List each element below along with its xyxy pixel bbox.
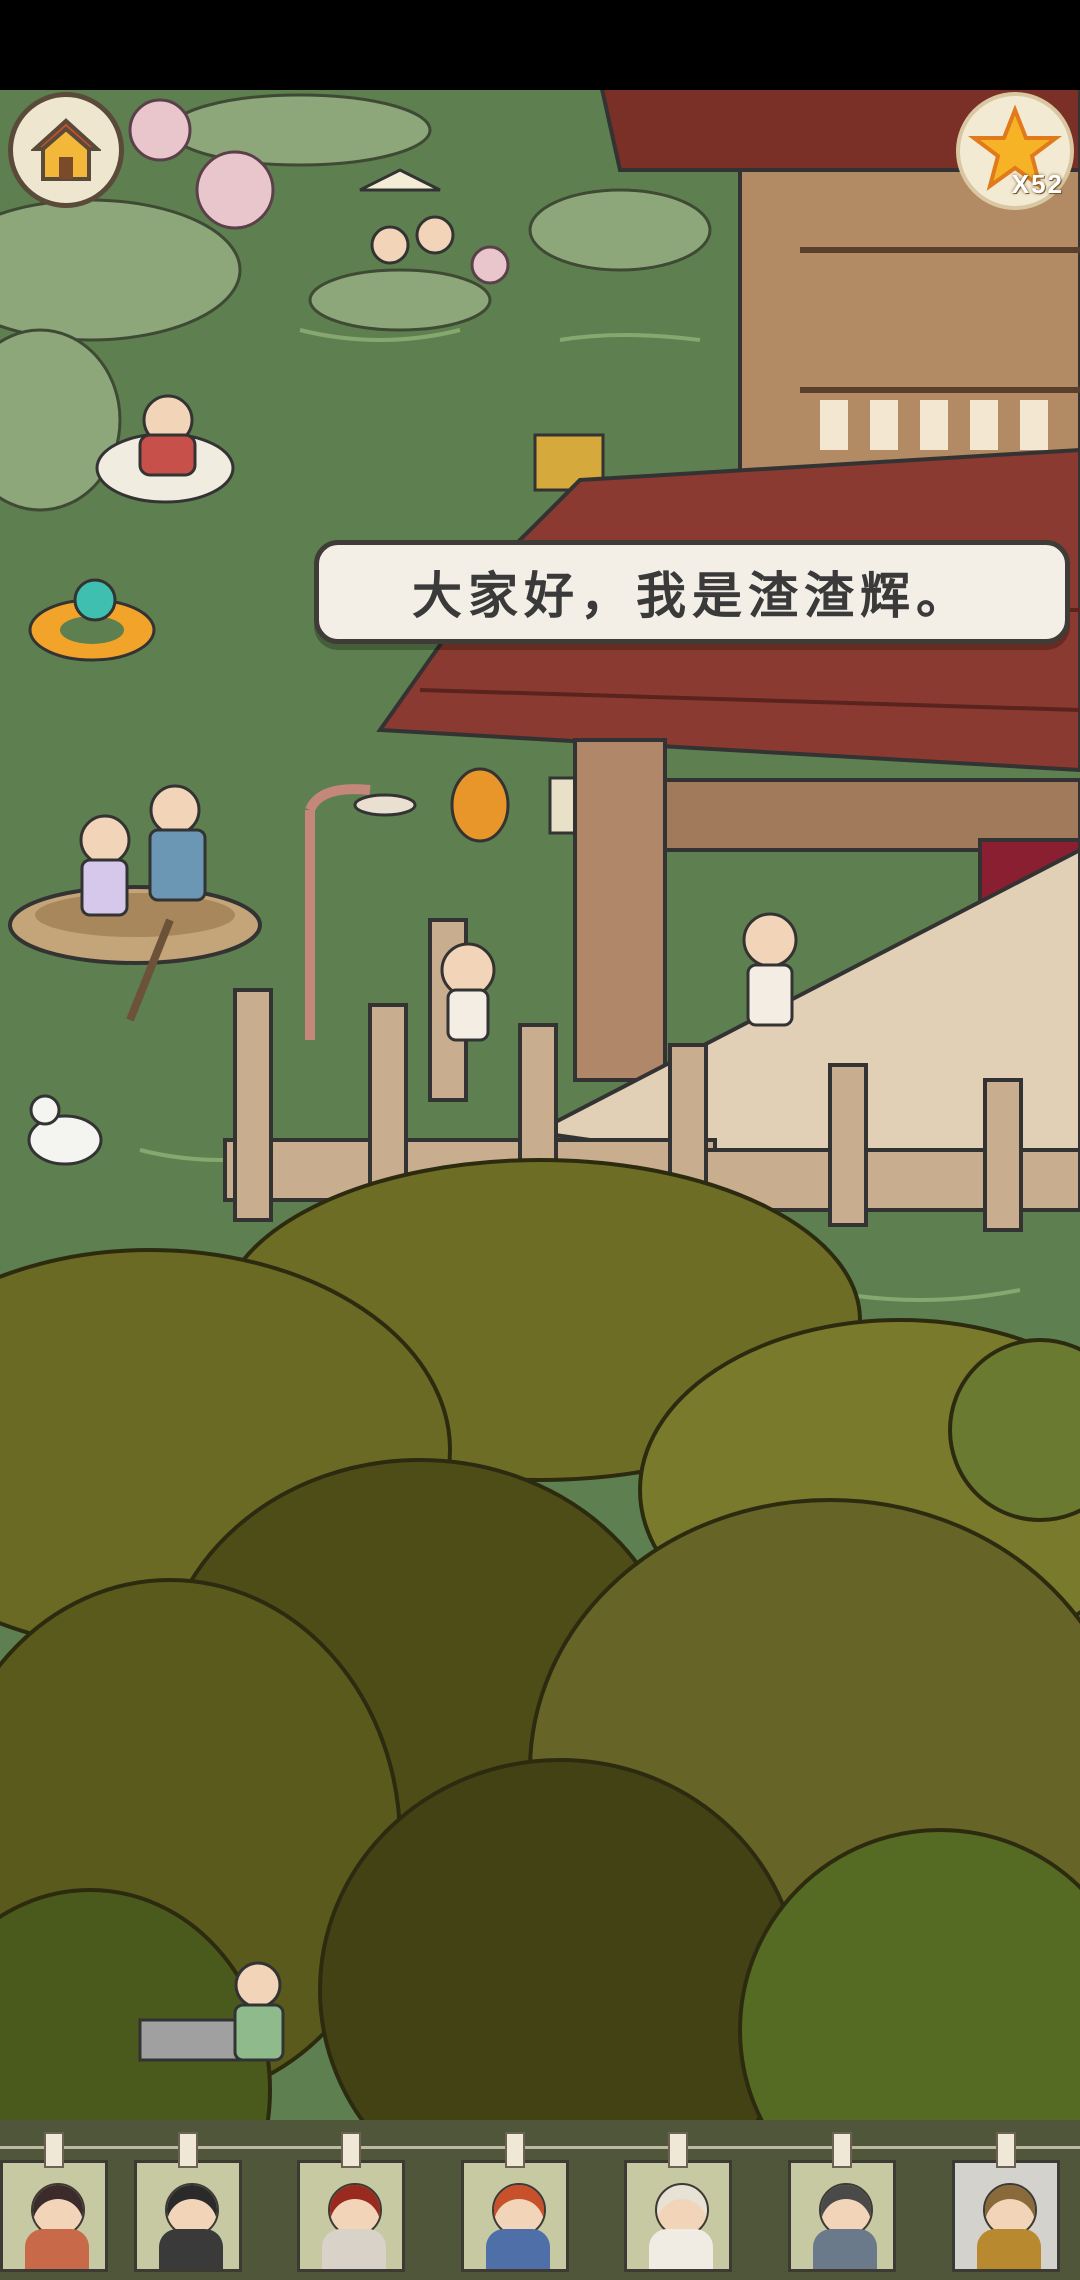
- tree-canopy: [0, 1158, 1080, 2280]
- character-outfit: [813, 2229, 877, 2269]
- star-button[interactable]: X52: [956, 92, 1074, 210]
- clothespin-clip: [341, 2132, 361, 2168]
- character-card-3[interactable]: [297, 2160, 405, 2272]
- clothespin-clip: [505, 2132, 525, 2168]
- character-card-1[interactable]: [0, 2160, 108, 2272]
- character-card-2[interactable]: [134, 2160, 242, 2272]
- character-card-6[interactable]: [788, 2160, 896, 2272]
- clothespin-clip: [996, 2132, 1016, 2168]
- star-count: X52: [1011, 169, 1064, 199]
- status-bar: [0, 0, 1080, 90]
- dialog-text: 大家好，我是渣渣辉。: [412, 567, 972, 625]
- hanging-string: [0, 2146, 1080, 2149]
- character-outfit: [649, 2229, 713, 2269]
- character-card-7[interactable]: [952, 2160, 1060, 2272]
- speech-bubble[interactable]: 大家好，我是渣渣辉。: [314, 540, 1070, 644]
- game-scene[interactable]: [0, 90, 1080, 2280]
- character-outfit: [977, 2229, 1041, 2269]
- clothespin-clip: [832, 2132, 852, 2168]
- home-button[interactable]: [8, 92, 124, 208]
- character-outfit: [486, 2229, 550, 2269]
- girl-in-red: [440, 942, 496, 1042]
- floating-idol: [450, 767, 510, 843]
- clothespin-clip: [178, 2132, 198, 2168]
- character-card-4[interactable]: [461, 2160, 569, 2272]
- house-icon: [31, 118, 101, 181]
- character-outfit: [322, 2229, 386, 2269]
- character-outfit: [159, 2229, 223, 2269]
- clothespin-clip: [44, 2132, 64, 2168]
- scene-art: [0, 90, 1080, 2280]
- character-outfit: [25, 2229, 89, 2269]
- character-card-5[interactable]: [624, 2160, 732, 2272]
- clothespin-clip: [668, 2132, 688, 2168]
- girl-on-deck: [742, 912, 798, 1027]
